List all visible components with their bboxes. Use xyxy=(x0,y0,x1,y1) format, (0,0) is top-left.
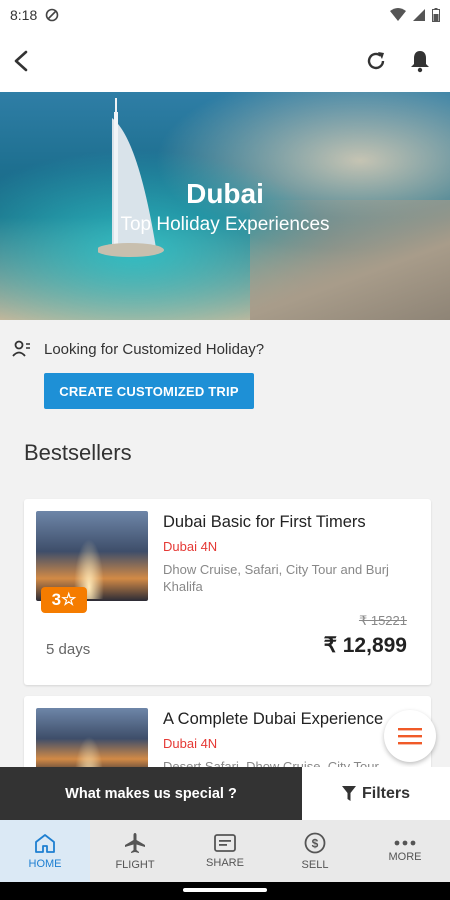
nav-share-label: SHARE xyxy=(206,856,244,869)
bottom-nav: HOME FLIGHT SHARE $ SELL MORE xyxy=(0,820,450,882)
package-name: Dubai Basic for First Timers xyxy=(163,513,366,531)
bell-icon[interactable] xyxy=(408,49,432,73)
status-time: 8:18 xyxy=(10,7,38,23)
menu-fab[interactable] xyxy=(384,710,436,762)
package-location: Dubai 4N xyxy=(163,539,218,554)
nav-more[interactable]: MORE xyxy=(360,820,450,882)
system-nav-bar xyxy=(0,882,450,900)
package-description: Dhow Cruise, Safari, City Tour and Burj … xyxy=(163,562,389,594)
home-indicator[interactable] xyxy=(183,888,267,892)
back-arrow-icon[interactable] xyxy=(10,49,34,73)
app-bar xyxy=(0,30,450,92)
package-thumbnail xyxy=(36,708,148,776)
package-card[interactable]: 3☆ Dubai Basic for First Timers Dubai 4N… xyxy=(24,499,431,685)
what-makes-us-special-button[interactable]: What makes us special ? xyxy=(0,767,302,820)
dnd-icon xyxy=(45,8,59,22)
package-price: ₹ 12,899 xyxy=(323,634,407,657)
hero-title: Dubai xyxy=(186,178,264,209)
menu-icon xyxy=(398,728,422,745)
hero-banner: Dubai Top Holiday Experiences xyxy=(0,92,450,320)
filters-button[interactable]: Filters xyxy=(302,767,450,820)
battery-icon xyxy=(432,8,440,22)
more-icon xyxy=(394,840,416,845)
package-old-price: ₹ 15221 xyxy=(358,613,407,628)
nav-home-label: HOME xyxy=(28,857,62,870)
home-icon xyxy=(35,833,55,853)
hero-subtitle: Top Holiday Experiences xyxy=(120,214,330,235)
signal-icon xyxy=(413,9,425,21)
app-bar-actions xyxy=(364,49,440,73)
wifi-icon xyxy=(390,8,406,21)
person-icon xyxy=(12,340,30,357)
package-location: Dubai 4N xyxy=(163,736,218,751)
screen: 8:18 Dubai Top Holiday Experiences Looki xyxy=(0,0,450,900)
nav-sell[interactable]: $ SELL xyxy=(270,820,360,882)
rating-badge: 3☆ xyxy=(41,587,87,613)
customized-holiday-section: Looking for Customized Holiday? CREATE C… xyxy=(12,340,432,409)
dollar-icon: $ xyxy=(304,832,326,853)
refresh-icon[interactable] xyxy=(364,49,388,73)
share-icon xyxy=(214,833,236,852)
create-customized-trip-button[interactable]: CREATE CUSTOMIZED TRIP xyxy=(44,373,254,409)
nav-home[interactable]: HOME xyxy=(0,820,90,882)
package-card[interactable]: A Complete Dubai Experience Dubai 4N Des… xyxy=(24,696,431,776)
package-duration: 5 days xyxy=(46,641,91,658)
filter-icon xyxy=(341,785,356,801)
status-bar: 8:18 xyxy=(0,0,450,30)
nav-more-label: MORE xyxy=(388,850,422,863)
nav-share[interactable]: SHARE xyxy=(180,820,270,882)
customized-holiday-row: Looking for Customized Holiday? xyxy=(12,340,432,358)
customized-holiday-prompt: Looking for Customized Holiday? xyxy=(44,340,265,358)
svg-text:$: $ xyxy=(312,836,319,850)
airplane-icon xyxy=(125,832,145,853)
status-icons xyxy=(390,8,440,22)
nav-flight[interactable]: FLIGHT xyxy=(90,820,180,882)
bottom-action-bar: What makes us special ? Filters xyxy=(0,767,450,820)
package-name: A Complete Dubai Experience xyxy=(163,710,384,728)
nav-sell-label: SELL xyxy=(301,858,329,871)
nav-flight-label: FLIGHT xyxy=(115,858,155,871)
bestsellers-title: Bestsellers xyxy=(24,440,132,465)
filters-label: Filters xyxy=(361,784,410,802)
